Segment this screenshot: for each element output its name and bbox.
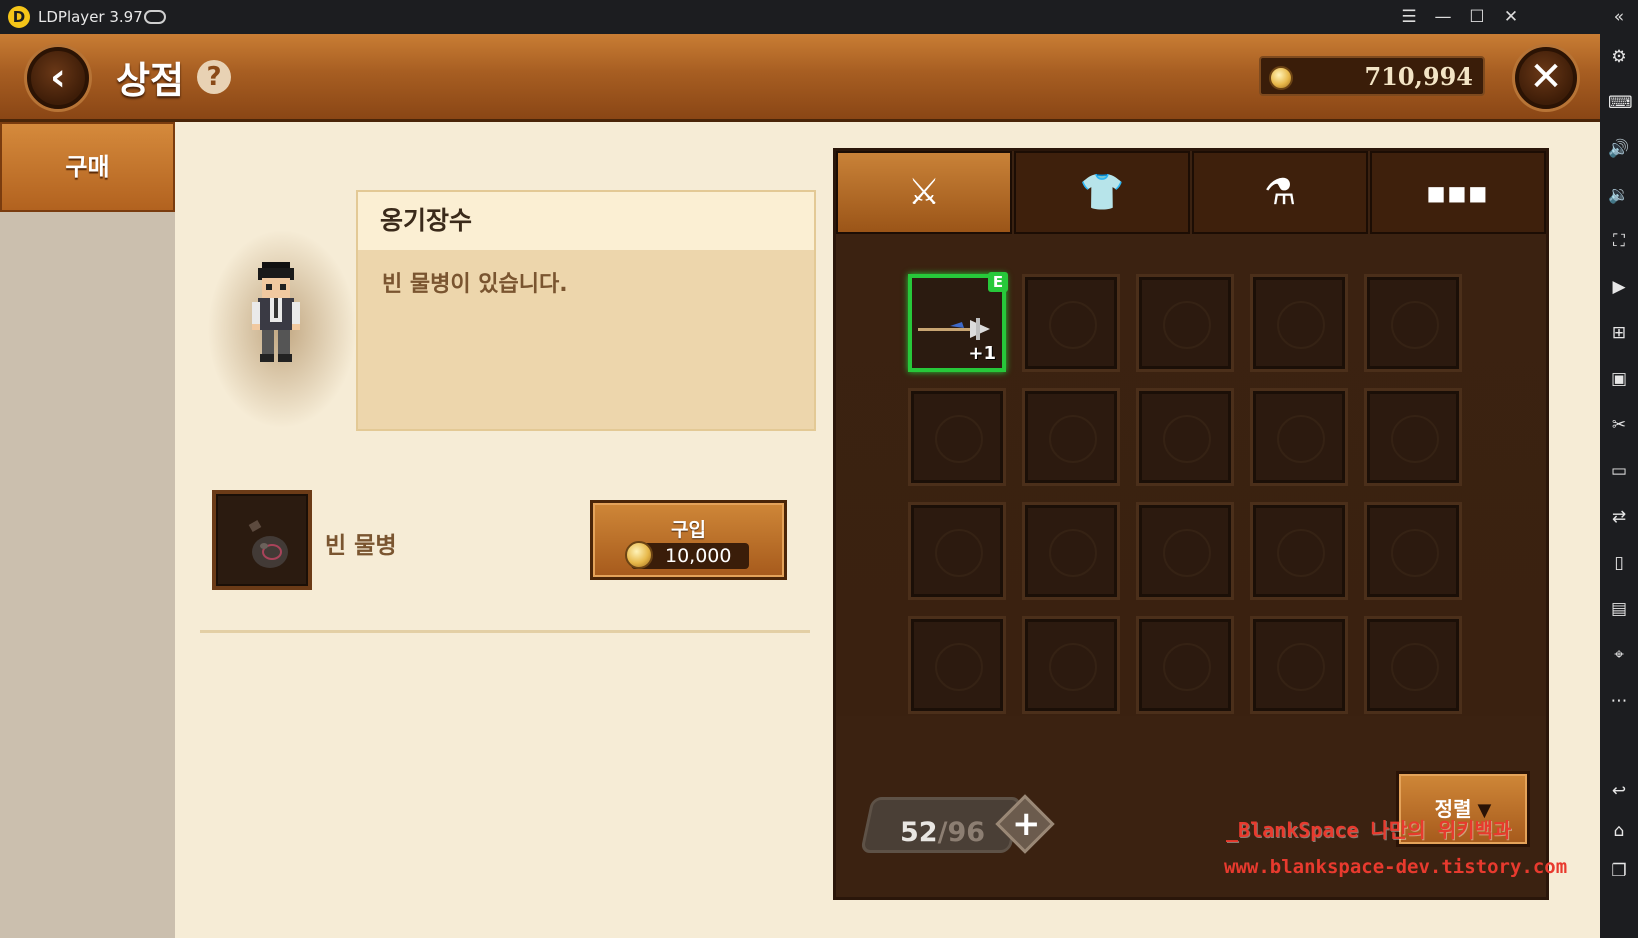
enhancement-level: +1: [968, 343, 996, 364]
record-icon[interactable]: ▶: [1608, 276, 1630, 298]
location-icon[interactable]: ⌖: [1608, 644, 1630, 666]
inventory-slot[interactable]: [1136, 388, 1234, 486]
more-options-icon[interactable]: ⋯: [1608, 690, 1630, 712]
capacity-used: 52: [900, 817, 938, 848]
inventory-slot[interactable]: [1250, 616, 1348, 714]
inventory-slot[interactable]: [1364, 388, 1462, 486]
inventory-slot[interactable]: [1250, 502, 1348, 600]
back-button[interactable]: ‹: [27, 47, 89, 109]
npc-description-panel: 옹기장수 빈 물병이 있습니다.: [356, 190, 816, 431]
price-box: 10,000: [625, 541, 749, 569]
android-home-icon[interactable]: ⌂: [1608, 820, 1630, 842]
inventory-slot[interactable]: [1250, 274, 1348, 372]
screen-icon[interactable]: ▤: [1608, 598, 1630, 620]
game-screen: ‹ 상점 ? 710,994 ✕ 구매 옹기장수 빈 물병이 있습니다. 빈 물…: [0, 34, 1600, 938]
item-name: 빈 물병: [325, 533, 397, 559]
add-window-icon[interactable]: ⊞: [1608, 322, 1630, 344]
emulator-titlebar: D LDPlayer 3.97 ☰ — ☐ ✕ «: [0, 0, 1638, 34]
inventory-slot[interactable]: [1250, 388, 1348, 486]
close-shop-button[interactable]: ✕: [1515, 47, 1577, 109]
gamepad-icon[interactable]: [144, 10, 166, 24]
inventory-grid: E +1: [836, 236, 1546, 716]
npc-name: 옹기장수: [358, 192, 814, 250]
collapse-toolbar-icon[interactable]: «: [1604, 4, 1634, 30]
app-title: LDPlayer 3.97: [38, 8, 143, 26]
inventory-slot[interactable]: [1022, 274, 1120, 372]
menu-icon[interactable]: ☰: [1394, 4, 1424, 30]
apk-install-icon[interactable]: ▣: [1608, 368, 1630, 390]
spear-weapon-icon: [918, 318, 990, 340]
tab-consumables[interactable]: ⚗: [1192, 151, 1368, 234]
shop-item-row: 빈 물병 구입 10,000: [200, 470, 810, 620]
inventory-slot[interactable]: [908, 502, 1006, 600]
tab-armor[interactable]: 👕: [1014, 151, 1190, 234]
shop-sidebar: 구매: [0, 122, 175, 938]
shop-header: ‹ 상점 ? 710,994 ✕: [0, 34, 1600, 122]
ldplayer-logo-icon: D: [8, 6, 30, 28]
equipped-badge: E: [988, 272, 1008, 292]
inventory-slot[interactable]: [1364, 502, 1462, 600]
inventory-capacity: 52/96: [900, 817, 985, 848]
scissors-icon[interactable]: ✂: [1608, 414, 1630, 436]
crossed-swords-icon: ⚔: [907, 172, 941, 213]
close-window-icon[interactable]: ✕: [1496, 4, 1526, 30]
video-record-icon[interactable]: ▭: [1608, 460, 1630, 482]
potion-flask-icon: ⚗: [1263, 172, 1297, 213]
settings-icon[interactable]: ⚙: [1608, 46, 1630, 68]
volume-up-icon[interactable]: 🔊: [1608, 138, 1630, 160]
empty-bottle-icon: [248, 520, 288, 568]
gold-amount: 710,994: [1364, 62, 1473, 91]
emulator-side-toolbar: ⚙ ⌨ 🔊 🔉 ⛶ ▶ ⊞ ▣ ✂ ▭ ⇄ ▯ ▤ ⌖ ⋯ ↩ ⌂ ❐: [1600, 34, 1638, 938]
armor-icon: 👕: [1079, 172, 1125, 213]
tab-misc[interactable]: ■■■: [1370, 151, 1546, 234]
sync-icon[interactable]: ⇄: [1608, 506, 1630, 528]
buy-label: 구입: [671, 519, 706, 541]
close-icon: ✕: [1529, 54, 1563, 100]
item-slot[interactable]: [212, 490, 312, 590]
item-divider: [200, 630, 810, 633]
inventory-slot[interactable]: [1022, 616, 1120, 714]
watermark-url: www.blankspace-dev.tistory.com: [1224, 856, 1568, 878]
tab-buy[interactable]: 구매: [0, 122, 175, 212]
capacity-total: /96: [937, 817, 986, 848]
back-arrow-icon: ‹: [50, 55, 66, 99]
npc-sprite-icon: [252, 262, 300, 362]
inventory-slot[interactable]: [1136, 502, 1234, 600]
gold-coin-icon: [625, 541, 653, 569]
inventory-slot[interactable]: [1136, 616, 1234, 714]
plus-icon: +: [1012, 804, 1041, 844]
android-back-icon[interactable]: ↩: [1608, 780, 1630, 802]
gold-coin-icon: [1269, 66, 1293, 90]
inventory-slot[interactable]: [1022, 388, 1120, 486]
page-title: 상점: [116, 59, 185, 102]
volume-down-icon[interactable]: 🔉: [1608, 184, 1630, 206]
inventory-slot[interactable]: [1022, 502, 1120, 600]
item-price: 10,000: [665, 545, 732, 567]
more-icon: ■■■: [1426, 181, 1490, 205]
help-icon[interactable]: ?: [197, 60, 231, 94]
inventory-slot[interactable]: [1136, 274, 1234, 372]
android-recents-icon[interactable]: ❐: [1608, 860, 1630, 882]
inventory-panel: ⚔ 👕 ⚗ ■■■ E +1 52/96 + 정렬 ▼: [833, 148, 1549, 900]
buy-button[interactable]: 구입 10,000: [590, 500, 787, 580]
gold-balance: 710,994: [1259, 56, 1485, 96]
minimize-icon[interactable]: —: [1428, 4, 1458, 30]
inventory-slot-equipped[interactable]: E +1: [908, 272, 1008, 372]
inventory-slot[interactable]: [1364, 616, 1462, 714]
inventory-slot[interactable]: [908, 388, 1006, 486]
tab-weapons[interactable]: ⚔: [836, 151, 1012, 234]
fullscreen-icon[interactable]: ⛶: [1608, 230, 1630, 252]
keyboard-icon[interactable]: ⌨: [1608, 92, 1633, 114]
inventory-slot[interactable]: [908, 616, 1006, 714]
shake-icon[interactable]: ▯: [1608, 552, 1630, 574]
maximize-icon[interactable]: ☐: [1462, 4, 1492, 30]
inventory-tabs: ⚔ 👕 ⚗ ■■■: [836, 151, 1546, 236]
npc-description: 빈 물병이 있습니다.: [382, 272, 568, 297]
inventory-slot[interactable]: [1364, 274, 1462, 372]
watermark-title: _BlankSpace 나만의 위키백과: [1226, 818, 1512, 842]
